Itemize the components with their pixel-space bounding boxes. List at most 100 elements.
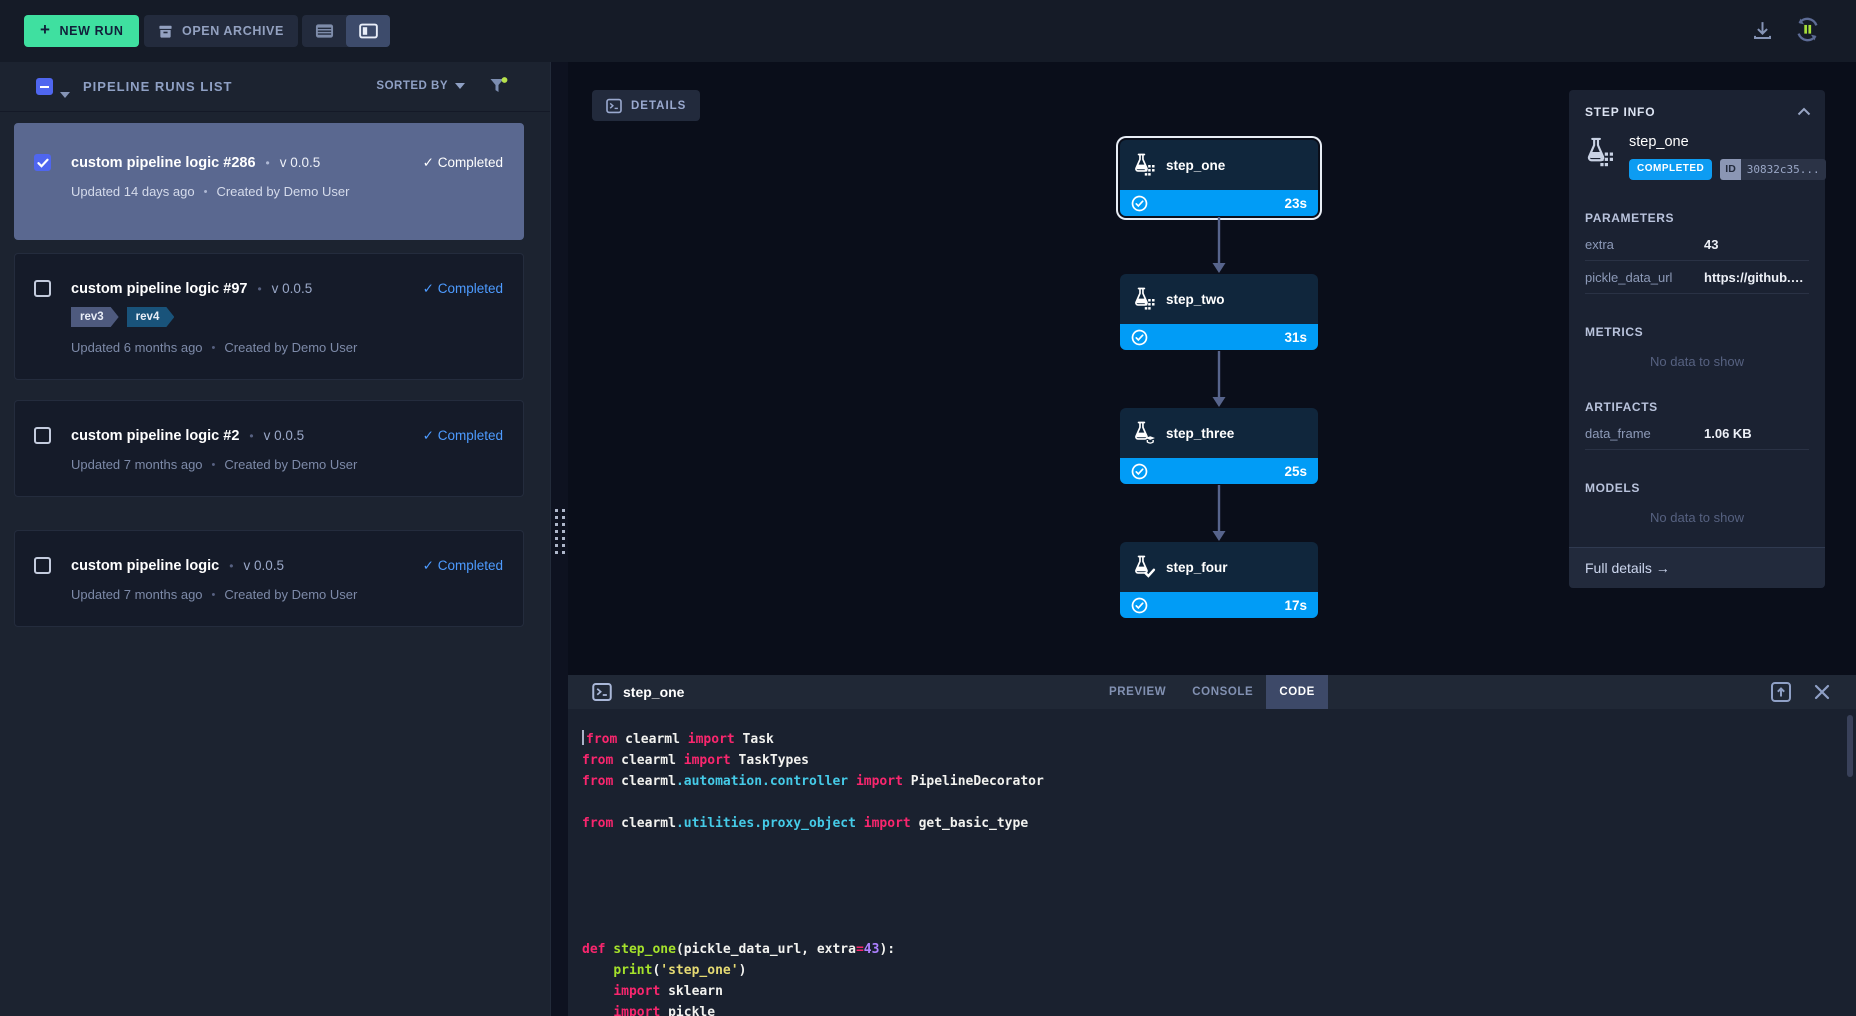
run-meta: Updated 7 months ago•Created by Demo Use… [71,587,523,602]
pipeline-run-card[interactable]: custom pipeline logic•v 0.0.5✓ Completed… [14,530,524,627]
run-title-row: custom pipeline logic #97 • v 0.0.5 ✓ Compl… [15,280,523,297]
scrollbar-thumb[interactable] [1847,715,1853,777]
details-button[interactable]: DETAILS [592,90,700,121]
step-details-panel: step_one PREVIEWCONSOLECODE from clearml… [568,675,1856,1016]
info-row: pickle_data_urlhttps://github.co... [1585,261,1809,294]
section-title: MODELS [1585,481,1809,495]
select-all-checkbox[interactable] [36,78,53,95]
tab-preview[interactable]: PREVIEW [1096,675,1179,709]
node-header: step_two [1120,274,1318,324]
selection-caret-icon[interactable] [60,85,70,103]
sorted-by-label: SORTED BY [376,80,448,92]
node-status-bar: 17s [1120,592,1318,618]
pipeline-runs-sidebar: PIPELINE RUNS LIST SORTED BY custom pipe… [0,62,550,1016]
flask-train-icon [1133,421,1156,445]
panel-tabs: PREVIEWCONSOLECODE [1096,675,1328,709]
run-creator: Created by Demo User [216,184,349,199]
pipeline-run-card[interactable]: custom pipeline logic #286•v 0.0.5✓ Comp… [14,123,524,240]
run-title: custom pipeline logic [71,558,219,574]
code-token: ): [879,942,895,957]
run-title: custom pipeline logic #97 [71,281,247,297]
separator-dot: • [229,559,233,573]
run-creator: Created by Demo User [224,457,357,472]
step-summary: step_one COMPLETED ID 30832c35... [1569,134,1825,180]
flask-data-icon [1133,153,1156,177]
code-token: 'step_one' [660,963,738,978]
pipeline-step-node[interactable]: step_two31s [1120,274,1318,350]
detail-view-toggle[interactable] [346,15,390,47]
step-info-header: STEP INFO [1569,90,1825,121]
code-line: from clearml.utilities.proxy_object impo… [582,813,1856,834]
info-row: extra43 [1585,228,1809,261]
run-version: v 0.0.5 [272,281,313,296]
run-status: ✓ Completed [423,428,503,444]
separator-dot: • [212,342,216,354]
run-checkbox[interactable] [34,557,51,574]
tab-code[interactable]: CODE [1266,675,1328,709]
auto-refresh-pause-icon[interactable] [1792,14,1823,50]
edge-arrow-icon [1209,217,1229,278]
pipeline-run-card[interactable]: custom pipeline logic #97 • v 0.0.5 ✓ Compl… [14,253,524,380]
separator-dot: • [257,282,261,296]
separator-dot: • [204,186,208,198]
download-icon[interactable] [1750,18,1775,48]
run-meta: Updated 14 days ago • Created by Demo User [71,184,523,199]
detail-view-icon [359,23,378,39]
code-token: from [586,732,617,747]
code-token: get_basic_type [911,816,1028,831]
run-status: ✓ Completed [423,281,503,297]
code-line: def step_one(pickle_data_url, extra=43): [582,939,1856,960]
code-token: 43 [864,942,880,957]
code-token: .utilities.proxy_object [676,816,856,831]
section-title: METRICS [1585,325,1809,339]
pipeline-run-card[interactable]: custom pipeline logic #2•v 0.0.5✓ Comple… [14,400,524,497]
flask-check-icon [1133,555,1156,579]
filter-icon[interactable] [489,77,508,99]
row-value: 1.06 KB [1704,426,1752,441]
status-badge: COMPLETED [1629,159,1712,180]
code-token: import [684,753,731,768]
id-value: 30832c35... [1741,159,1826,180]
node-header: step_one [1120,140,1318,190]
run-checkbox[interactable] [34,154,51,171]
run-updated: Updated 14 days ago [71,184,195,199]
separator-dot: • [266,156,270,170]
close-icon[interactable] [1812,682,1832,707]
collapse-chevron-icon[interactable] [1797,103,1811,121]
code-editor[interactable]: from clearml import Taskfrom clearml imp… [568,709,1856,1016]
row-value: https://github.co... [1704,270,1809,285]
code-token: (pickle_data_url, extra [676,942,856,957]
run-creator: Created by Demo User [224,587,357,602]
code-line [582,792,1856,813]
info-section: PARAMETERSextra43pickle_data_urlhttps://… [1585,211,1809,294]
node-duration: 17s [1284,598,1307,613]
id-chip[interactable]: ID 30832c35... [1720,159,1825,180]
tab-console[interactable]: CONSOLE [1179,675,1266,709]
new-run-button[interactable]: + NEW RUN [24,15,139,47]
code-token: import [613,984,660,999]
sorted-by-dropdown[interactable]: SORTED BY [376,80,465,92]
code-line: from clearml import Task [582,729,1856,750]
divider-drag-handle[interactable] [554,503,566,559]
code-token: import [688,732,735,747]
run-checkbox[interactable] [34,427,51,444]
run-title-row: custom pipeline logic•v 0.0.5✓ Completed [15,557,523,574]
run-checkbox[interactable] [34,280,51,297]
node-header: step_three [1120,408,1318,458]
open-archive-button[interactable]: OPEN ARCHIVE [144,15,298,47]
node-name: step_three [1166,426,1234,441]
code-token: from [582,774,613,789]
archive-icon [158,24,173,39]
separator-dot: • [212,459,216,471]
pipeline-step-node[interactable]: step_three25s [1120,408,1318,484]
open-archive-label: OPEN ARCHIVE [182,24,284,38]
row-name: pickle_data_url [1585,270,1704,285]
expand-window-icon[interactable] [1770,681,1792,708]
pipeline-step-node[interactable]: step_one23s [1120,140,1318,216]
code-line [582,876,1856,897]
code-token: def [582,942,605,957]
pipeline-step-node[interactable]: step_four17s [1120,542,1318,618]
node-name: step_two [1166,292,1225,307]
table-view-toggle[interactable] [302,15,346,47]
full-details-link[interactable]: Full details → [1569,547,1825,588]
